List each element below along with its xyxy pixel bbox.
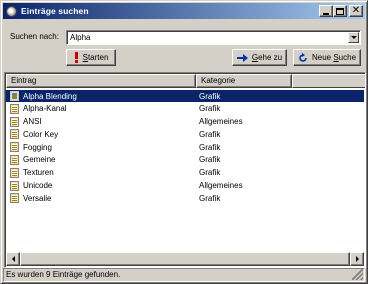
refresh-icon bbox=[298, 52, 308, 63]
list-item[interactable]: Versalie Grafik bbox=[6, 192, 364, 205]
document-icon bbox=[10, 154, 19, 165]
entry-cell: ANSI bbox=[8, 116, 196, 128]
goto-button[interactable]: Gehe zu bbox=[232, 49, 287, 66]
document-icon bbox=[10, 116, 19, 127]
resize-grip-icon[interactable] bbox=[352, 269, 363, 280]
entry-name: Texturen bbox=[23, 168, 54, 178]
title-bar[interactable]: Einträge suchen ✕ bbox=[3, 3, 365, 19]
category-cell: Allgemeines bbox=[199, 117, 243, 127]
entry-name: Unicode bbox=[23, 181, 53, 191]
category-cell: Grafik bbox=[199, 193, 221, 203]
list-item[interactable]: Color Key Grafik bbox=[6, 128, 364, 141]
entry-cell: Gemeine bbox=[8, 154, 196, 166]
list-item[interactable]: Alpha-Kanal Grafik bbox=[6, 103, 364, 116]
search-combobox[interactable]: Alpha bbox=[66, 30, 361, 45]
list-item[interactable]: ANSI Allgemeines bbox=[6, 116, 364, 129]
document-icon bbox=[10, 167, 19, 178]
entry-name: ANSI bbox=[23, 117, 42, 127]
status-bar: Es wurden 9 Einträge gefunden. bbox=[3, 268, 365, 282]
minimize-button[interactable] bbox=[319, 5, 333, 17]
category-cell: Grafik bbox=[199, 168, 221, 178]
entry-name: Versalie bbox=[23, 193, 52, 203]
entry-name: Fogging bbox=[23, 142, 52, 152]
results-list[interactable]: Eintrag Kategorie Alpha Blending Grafik Al… bbox=[4, 72, 366, 268]
entry-name: Gemeine bbox=[23, 155, 56, 165]
chevron-right-icon bbox=[355, 256, 359, 262]
maximize-icon bbox=[336, 7, 344, 15]
entry-cell: Fogging bbox=[8, 141, 196, 153]
list-item[interactable]: Unicode Allgemeines bbox=[6, 180, 364, 193]
list-item[interactable]: Alpha Blending Grafik bbox=[6, 90, 364, 103]
start-button[interactable]: Starten bbox=[66, 49, 116, 66]
search-entries-window: Einträge suchen ✕ Suchen nach: Alpha Sta… bbox=[0, 0, 368, 284]
maximize-button[interactable] bbox=[333, 5, 347, 17]
search-input[interactable]: Alpha bbox=[70, 33, 90, 42]
category-cell: Grafik bbox=[199, 129, 221, 139]
entry-name: Alpha Blending bbox=[23, 91, 77, 101]
arrow-right-icon bbox=[236, 53, 248, 62]
document-icon bbox=[10, 142, 19, 153]
horizontal-scrollbar[interactable] bbox=[6, 252, 364, 266]
document-icon bbox=[10, 193, 19, 204]
entry-name: Color Key bbox=[23, 129, 59, 139]
category-cell: Grafik bbox=[199, 155, 221, 165]
document-icon bbox=[10, 103, 19, 114]
column-header-filler bbox=[292, 74, 365, 88]
window-title: Einträge suchen bbox=[21, 6, 89, 16]
search-label: Suchen nach: bbox=[10, 32, 59, 41]
entry-cell: Color Key bbox=[8, 128, 196, 140]
entry-cell: Alpha-Kanal bbox=[8, 103, 196, 115]
column-header-entry[interactable]: Eintrag bbox=[6, 74, 196, 88]
entry-cell: Texturen bbox=[8, 167, 196, 179]
close-button[interactable]: ✕ bbox=[349, 5, 363, 17]
scroll-left-button[interactable] bbox=[6, 252, 20, 266]
category-cell: Grafik bbox=[199, 142, 221, 152]
title-bar-buttons: ✕ bbox=[319, 5, 363, 17]
document-icon bbox=[10, 180, 19, 191]
list-item[interactable]: Texturen Grafik bbox=[6, 167, 364, 180]
document-icon bbox=[10, 129, 19, 140]
status-text: Es wurden 9 Einträge gefunden. bbox=[6, 270, 121, 279]
chevron-down-icon bbox=[350, 36, 357, 39]
scrollbar-thumb[interactable] bbox=[20, 252, 350, 266]
combobox-dropdown-button[interactable] bbox=[348, 32, 359, 43]
list-item[interactable]: Fogging Grafik bbox=[6, 141, 364, 154]
chevron-left-icon bbox=[11, 256, 15, 262]
entry-name: Alpha-Kanal bbox=[23, 104, 67, 114]
list-rows: Alpha Blending Grafik Alpha-Kanal Grafik ANS… bbox=[6, 90, 364, 205]
category-cell: Grafik bbox=[199, 104, 221, 114]
entry-cell: Unicode bbox=[8, 180, 196, 192]
app-globe-icon[interactable] bbox=[6, 5, 17, 17]
entry-cell: Versalie bbox=[8, 192, 196, 204]
start-button-label: Starten bbox=[82, 53, 109, 62]
entry-cell: Alpha Blending bbox=[8, 90, 196, 102]
category-cell: Grafik bbox=[199, 91, 221, 101]
list-header: Eintrag Kategorie bbox=[6, 74, 365, 88]
new-search-button[interactable]: Neue Suche bbox=[293, 49, 361, 66]
minimize-icon bbox=[323, 12, 329, 15]
close-icon: ✕ bbox=[351, 5, 361, 16]
document-icon bbox=[10, 91, 19, 101]
goto-button-label: Gehe zu bbox=[251, 53, 283, 62]
scroll-right-button[interactable] bbox=[350, 252, 364, 266]
new-search-button-label: Neue Suche bbox=[311, 53, 357, 62]
category-cell: Allgemeines bbox=[199, 181, 243, 191]
exclamation-icon bbox=[74, 52, 79, 63]
list-item[interactable]: Gemeine Grafik bbox=[6, 154, 364, 167]
column-header-category[interactable]: Kategorie bbox=[196, 74, 292, 88]
